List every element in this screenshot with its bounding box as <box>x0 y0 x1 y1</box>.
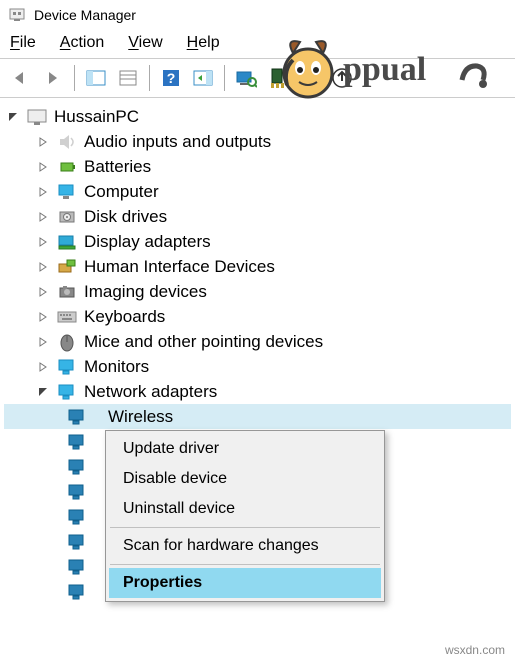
network-adapter-icon <box>66 506 88 528</box>
uninstall-button[interactable] <box>295 63 325 93</box>
update-drivers-button[interactable] <box>327 63 357 93</box>
tree-item-network[interactable]: Network adapters <box>4 379 511 404</box>
network-adapter-icon <box>66 556 88 578</box>
toolbar-separator <box>74 65 75 91</box>
expander-icon[interactable] <box>36 160 50 174</box>
tree-item-keyboards[interactable]: Keyboards <box>4 304 511 329</box>
app-icon <box>8 6 26 24</box>
tree-label: Audio inputs and outputs <box>84 132 271 152</box>
toolbar-separator <box>224 65 225 91</box>
toolbar-separator <box>149 65 150 91</box>
tree-item-disk[interactable]: Disk drives <box>4 204 511 229</box>
network-adapter-icon <box>66 431 88 453</box>
back-button[interactable] <box>6 63 36 93</box>
expander-icon[interactable] <box>6 110 20 124</box>
network-adapter-icon <box>66 581 88 603</box>
tree-label: Batteries <box>84 157 151 177</box>
tree-item-mice[interactable]: Mice and other pointing devices <box>4 329 511 354</box>
expander-icon[interactable] <box>36 185 50 199</box>
window-title: Device Manager <box>34 7 136 23</box>
tree-label: Wireless <box>106 406 175 428</box>
tree-item-wireless[interactable]: Wireless <box>4 404 511 429</box>
tree-item-display[interactable]: Display adapters <box>4 229 511 254</box>
expander-icon[interactable] <box>36 335 50 349</box>
expander-icon[interactable] <box>36 360 50 374</box>
battery-icon <box>56 156 78 178</box>
expander-icon[interactable] <box>36 385 50 399</box>
ctx-uninstall-device[interactable]: Uninstall device <box>109 494 381 524</box>
keyboard-icon <box>56 306 78 328</box>
titlebar: Device Manager <box>0 0 515 30</box>
expander-icon[interactable] <box>36 310 50 324</box>
tree-item-imaging[interactable]: Imaging devices <box>4 279 511 304</box>
ctx-separator <box>110 527 380 528</box>
footer-text: wsxdn.com <box>445 643 505 657</box>
expander-icon[interactable] <box>36 210 50 224</box>
ctx-disable-device[interactable]: Disable device <box>109 464 381 494</box>
tree-item-batteries[interactable]: Batteries <box>4 154 511 179</box>
speaker-icon <box>56 131 78 153</box>
tree-label: Imaging devices <box>84 282 207 302</box>
add-legacy-button[interactable] <box>263 63 293 93</box>
tree-label: Disk drives <box>84 207 167 227</box>
tree-item-hid[interactable]: Human Interface Devices <box>4 254 511 279</box>
network-adapter-icon <box>66 531 88 553</box>
menubar: File Action View Help <box>0 30 515 58</box>
tree-label: Mice and other pointing devices <box>84 332 323 352</box>
network-adapter-icon <box>66 406 88 428</box>
tree-item-audio[interactable]: Audio inputs and outputs <box>4 129 511 154</box>
help-button[interactable]: ? <box>156 63 186 93</box>
tree-root[interactable]: HussainPC <box>4 104 511 129</box>
ctx-update-driver[interactable]: Update driver <box>109 434 381 464</box>
context-menu: Update driver Disable device Uninstall d… <box>105 430 385 602</box>
tree-label: Human Interface Devices <box>84 257 275 277</box>
menu-view[interactable]: View <box>128 34 162 52</box>
imaging-icon <box>56 281 78 303</box>
mouse-icon <box>56 331 78 353</box>
network-icon <box>56 381 78 403</box>
monitor-icon <box>56 356 78 378</box>
tree-label: Network adapters <box>84 382 217 402</box>
toolbar: ? <box>0 58 515 98</box>
ctx-separator <box>110 564 380 565</box>
ctx-properties[interactable]: Properties <box>109 568 381 598</box>
computer-root-icon <box>26 106 48 128</box>
disk-icon <box>56 206 78 228</box>
tree-item-monitors[interactable]: Monitors <box>4 354 511 379</box>
tree-label: Computer <box>84 182 159 202</box>
svg-text:?: ? <box>167 70 176 86</box>
tree-item-computer[interactable]: Computer <box>4 179 511 204</box>
expander-icon[interactable] <box>36 235 50 249</box>
tree-label: Monitors <box>84 357 149 377</box>
menu-action[interactable]: Action <box>60 34 104 52</box>
network-adapter-icon <box>66 456 88 478</box>
tree-label: Display adapters <box>84 232 211 252</box>
ctx-scan-hardware[interactable]: Scan for hardware changes <box>109 531 381 561</box>
action-pane-button[interactable] <box>188 63 218 93</box>
network-adapter-icon <box>66 481 88 503</box>
computer-icon <box>56 181 78 203</box>
properties-button[interactable] <box>113 63 143 93</box>
hid-icon <box>56 256 78 278</box>
menu-help[interactable]: Help <box>187 34 220 52</box>
scan-hardware-button[interactable] <box>231 63 261 93</box>
expander-icon[interactable] <box>36 135 50 149</box>
tree-label: Keyboards <box>84 307 165 327</box>
display-icon <box>56 231 78 253</box>
root-label: HussainPC <box>54 107 139 127</box>
show-hide-tree-button[interactable] <box>81 63 111 93</box>
forward-button[interactable] <box>38 63 68 93</box>
expander-icon[interactable] <box>36 285 50 299</box>
expander-icon[interactable] <box>36 260 50 274</box>
menu-file[interactable]: File <box>10 34 36 52</box>
